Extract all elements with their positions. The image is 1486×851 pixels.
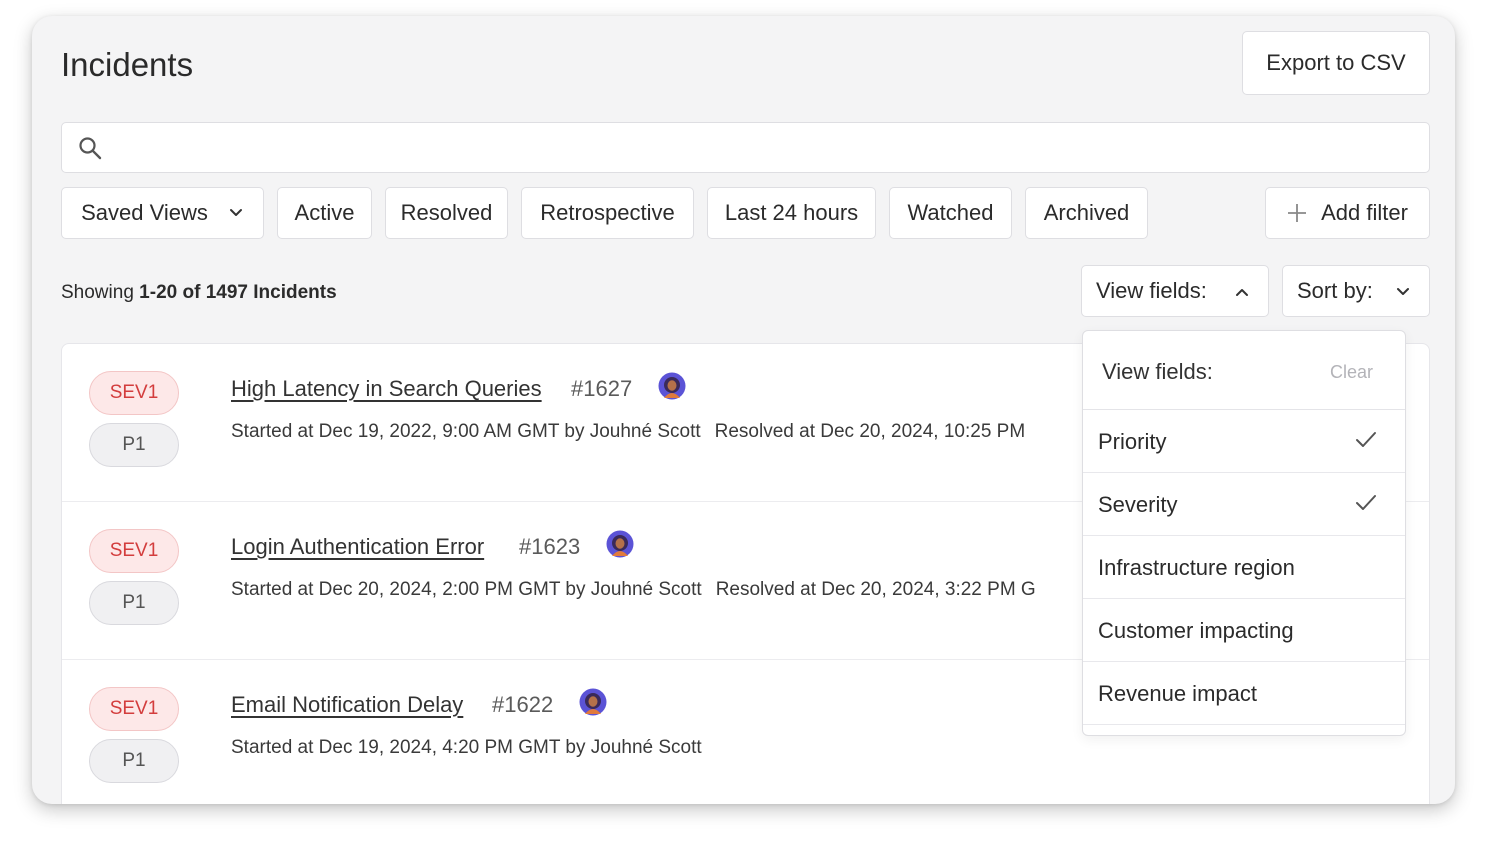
plus-icon xyxy=(1288,204,1307,222)
incident-number: #1622 xyxy=(492,692,554,717)
view-fields-dropdown[interactable]: View fields: xyxy=(1081,265,1269,317)
view-fields-label: View fields: xyxy=(1096,278,1207,303)
field-option-customer-impacting[interactable]: Customer impacting xyxy=(1083,599,1405,662)
filter-chip-archived[interactable]: Archived xyxy=(1025,187,1148,239)
severity-badge: SEV1 xyxy=(89,529,179,573)
sort-by-label: Sort by: xyxy=(1297,278,1373,303)
add-filter-label: Add filter xyxy=(1321,200,1408,225)
filter-chip-last-24-hours[interactable]: Last 24 hours xyxy=(707,187,876,239)
avatar-icon[interactable] xyxy=(658,372,686,400)
results-summary: Showing 1-20 of 1497 Incidents xyxy=(61,282,337,304)
incident-number: #1627 xyxy=(571,376,633,401)
incident-meta: Started at Dec 19, 2022, 9:00 AM GMT by … xyxy=(231,421,1025,443)
saved-views-dropdown[interactable]: Saved Views xyxy=(61,187,264,239)
view-fields-menu-title: View fields: xyxy=(1102,359,1213,384)
results-summary-range: 1-20 of 1497 Incidents xyxy=(139,282,337,303)
avatar-icon[interactable] xyxy=(579,688,607,716)
field-option-label: Customer impacting xyxy=(1098,618,1294,643)
incident-started: Started at Dec 20, 2024, 2:00 PM GMT by … xyxy=(231,579,702,600)
priority-badge: P1 xyxy=(89,581,179,625)
add-filter-button[interactable]: Add filter xyxy=(1265,187,1430,239)
view-fields-menu-header: View fields: Clear xyxy=(1083,331,1405,410)
incident-resolved: Resolved at Dec 20, 2024, 3:22 PM G xyxy=(715,579,1036,600)
export-csv-button[interactable]: Export to CSV xyxy=(1242,31,1430,95)
filter-chip-watched[interactable]: Watched xyxy=(889,187,1012,239)
incident-title-link[interactable]: Email Notification Delay xyxy=(231,692,463,718)
clear-fields-button[interactable]: Clear xyxy=(1330,362,1373,383)
incident-started: Started at Dec 19, 2024, 4:20 PM GMT by … xyxy=(231,737,702,758)
chevron-up-icon xyxy=(1236,289,1248,296)
filter-chip-active[interactable]: Active xyxy=(277,187,372,239)
sort-by-dropdown[interactable]: Sort by: xyxy=(1282,265,1430,317)
search-icon xyxy=(79,137,102,160)
search-bar[interactable] xyxy=(61,122,1430,173)
priority-badge: P1 xyxy=(89,423,179,467)
field-option-label: Revenue impact xyxy=(1098,681,1257,706)
field-option-label: Infrastructure region xyxy=(1098,555,1295,580)
incident-started: Started at Dec 19, 2022, 9:00 AM GMT by … xyxy=(231,421,701,442)
results-summary-prefix: Showing xyxy=(61,282,134,303)
saved-views-label: Saved Views xyxy=(81,200,208,225)
incidents-window: Incidents Export to CSV Saved Views Acti… xyxy=(32,16,1455,804)
avatar-icon[interactable] xyxy=(606,530,634,558)
incident-meta: Started at Dec 20, 2024, 2:00 PM GMT by … xyxy=(231,579,1036,601)
field-option-label: Priority xyxy=(1098,429,1167,454)
field-option-infrastructure-region[interactable]: Infrastructure region xyxy=(1083,536,1405,599)
incident-resolved: Resolved at Dec 20, 2024, 10:25 PM xyxy=(714,421,1026,442)
chevron-down-icon xyxy=(229,209,242,216)
field-option-priority[interactable]: Priority xyxy=(1083,410,1405,473)
priority-badge: P1 xyxy=(89,739,179,783)
checkmark-icon xyxy=(1356,495,1376,510)
search-input[interactable] xyxy=(114,131,1414,165)
field-option-revenue-impact[interactable]: Revenue impact xyxy=(1083,662,1405,725)
incident-number: #1623 xyxy=(519,534,581,559)
severity-badge: SEV1 xyxy=(89,687,179,731)
field-option-label: Severity xyxy=(1098,492,1178,517)
chevron-down-icon xyxy=(1397,288,1409,295)
filter-chip-resolved[interactable]: Resolved xyxy=(385,187,508,239)
incident-meta: Started at Dec 19, 2024, 4:20 PM GMT by … xyxy=(231,737,702,759)
filter-chip-retrospective[interactable]: Retrospective xyxy=(521,187,694,239)
field-option-severity[interactable]: Severity xyxy=(1083,473,1405,536)
page-title: Incidents xyxy=(61,46,194,83)
incident-title-link[interactable]: High Latency in Search Queries xyxy=(231,376,542,402)
checkmark-icon xyxy=(1356,432,1376,447)
incident-title-link[interactable]: Login Authentication Error xyxy=(231,534,484,560)
view-fields-menu: View fields: Clear Priority Severity Inf… xyxy=(1082,330,1406,736)
severity-badge: SEV1 xyxy=(89,371,179,415)
